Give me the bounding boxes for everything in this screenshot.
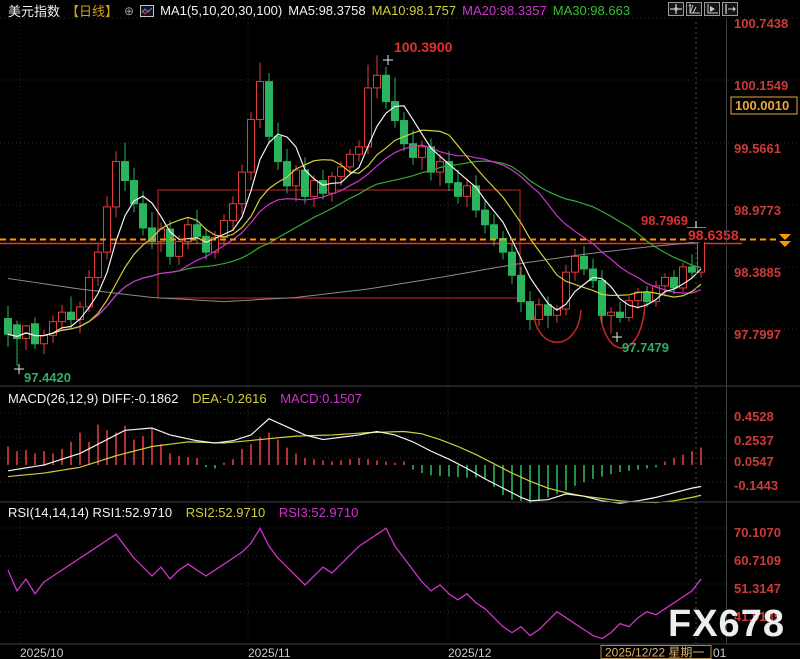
svg-text:51.3147: 51.3147 — [734, 581, 781, 596]
macd-panel — [7, 418, 702, 504]
svg-text:-0.1443: -0.1443 — [734, 478, 778, 493]
macd-panel-header: MACD(26,12,9) DIFF:-0.1862 DEA:-0.2616 M… — [8, 391, 372, 406]
zoom-axis-tool-icon[interactable] — [686, 2, 702, 16]
rsi3-label: RSI3:52.9710 — [278, 505, 359, 520]
rsi2-label: RSI2:52.9710 — [185, 505, 266, 520]
indicator-icon — [140, 4, 155, 17]
svg-text:60.7109: 60.7109 — [734, 553, 781, 568]
svg-text:0.2537: 0.2537 — [734, 433, 774, 448]
current-price-line — [0, 234, 791, 247]
ma-lines — [7, 105, 702, 338]
svg-text:0.4528: 0.4528 — [734, 409, 774, 424]
ma20-value: MA20:98.3357 — [462, 3, 547, 18]
svg-text:2025/12: 2025/12 — [448, 646, 492, 659]
svg-text:98.7969: 98.7969 — [641, 213, 688, 228]
playback-tool-icon[interactable] — [704, 2, 720, 16]
chart-canvas[interactable]: 100.3900 98.796998.6358 97.7479 97.4420 100.… — [0, 0, 800, 659]
svg-text:01: 01 — [713, 646, 727, 659]
svg-text:2025/12/22 星期一: 2025/12/22 星期一 — [605, 646, 704, 659]
rsi-panel — [7, 526, 702, 640]
svg-text:100.1549: 100.1549 — [734, 78, 788, 93]
svg-text:100.3900: 100.3900 — [394, 39, 453, 55]
rsi-panel-header: RSI(14,14,14) RSI1:52.9710 RSI2:52.9710 … — [8, 505, 368, 520]
ma-settings-label: MA1(5,10,20,30,100) — [160, 3, 283, 18]
period-tag[interactable]: 【日线】 — [66, 1, 118, 20]
svg-text:98.3885: 98.3885 — [734, 265, 781, 280]
crosshair — [687, 22, 706, 643]
macd-dea-label: DEA:-0.2616 — [192, 391, 267, 406]
macd-macd-label: MACD:0.1507 — [280, 391, 362, 406]
price-alert-marker — [779, 234, 791, 247]
svg-text:99.5661: 99.5661 — [734, 141, 781, 156]
trading-app-window: 美元指数 【日线】 ⊕ MA1(5,10,20,30,100) MA5:98.3… — [0, 0, 800, 659]
svg-text:100.0010: 100.0010 — [735, 98, 789, 113]
svg-text:98.6358: 98.6358 — [688, 227, 739, 243]
price-axis[interactable]: 100.7438100.154999.566198.977398.388597.… — [730, 16, 798, 624]
svg-text:98.9773: 98.9773 — [734, 203, 781, 218]
chart-toolbar — [668, 2, 738, 16]
ma5-value: MA5:98.3758 — [288, 3, 366, 18]
pan-right-tool-icon[interactable] — [722, 2, 738, 16]
add-indicator-icon[interactable]: ⊕ — [124, 4, 134, 18]
crosshair-tool-icon[interactable] — [668, 2, 684, 16]
svg-text:70.1070: 70.1070 — [734, 525, 781, 540]
svg-text:0.0547: 0.0547 — [734, 454, 774, 469]
macd-diff-label: MACD(26,12,9) DIFF:-0.1862 — [8, 391, 179, 406]
symbol-title: 美元指数 — [8, 4, 61, 19]
rsi1-label: RSI(14,14,14) RSI1:52.9710 — [8, 505, 173, 520]
svg-text:2025/10: 2025/10 — [20, 646, 64, 659]
ma30-value: MA30:98.663 — [552, 3, 631, 18]
drawing-objects[interactable] — [0, 189, 742, 349]
svg-text:97.4420: 97.4420 — [24, 370, 71, 385]
panel-frames — [0, 18, 800, 645]
time-axis[interactable]: 2025/10 2025/11 2025/12 2025/12/22 星期一 01 — [20, 645, 727, 659]
svg-text:2025/11: 2025/11 — [248, 646, 291, 659]
svg-text:97.7479: 97.7479 — [622, 340, 669, 355]
ma10-value: MA10:98.1757 — [371, 3, 457, 18]
gridlines — [0, 17, 800, 643]
svg-text:97.7997: 97.7997 — [734, 327, 781, 342]
fx678-watermark: FX678 — [668, 603, 785, 645]
